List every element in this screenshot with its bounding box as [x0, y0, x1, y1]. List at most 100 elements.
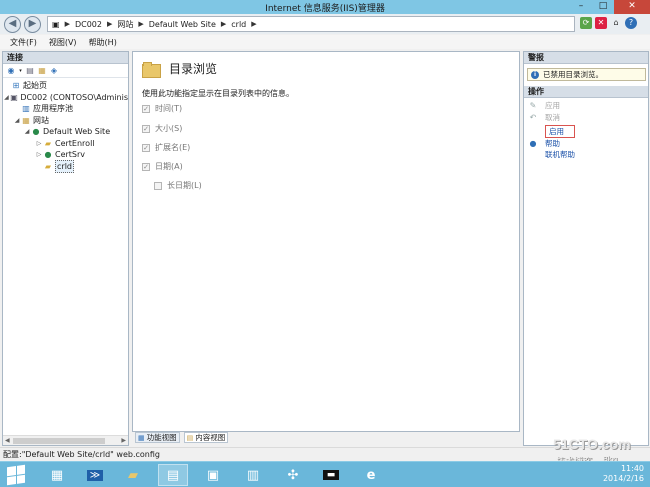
- network-icon[interactable]: ✣: [278, 464, 308, 486]
- refresh-icon[interactable]: ⟳: [580, 17, 592, 29]
- chevron-right-icon: ▶: [64, 20, 70, 28]
- alert-message: i 已禁用目录浏览。: [527, 68, 646, 81]
- feature-description: 使用此功能指定显示在目录列表中的信息。: [142, 89, 294, 98]
- long-date-checkbox[interactable]: [154, 181, 162, 190]
- connections-pane: 连接 ◉ ▾ ▤ ▦ ◈ ⊞ 起始页 ◢ ▣ DC002 (CONTOSO\Ad…: [2, 51, 129, 446]
- date-checkbox[interactable]: ✓: [142, 162, 150, 171]
- tree-node-server[interactable]: ◢ ▣ DC002 (CONTOSO\Adminis: [3, 92, 128, 104]
- breadcrumb-crld[interactable]: crld: [231, 20, 246, 29]
- save-icon[interactable]: ▤: [25, 66, 35, 75]
- tree-node-crld[interactable]: ▰ crld: [3, 159, 128, 173]
- window-title: Internet 信息服务(IIS)管理器: [265, 4, 385, 14]
- forward-button[interactable]: ▶: [24, 16, 41, 33]
- stop-icon[interactable]: ✕: [595, 17, 607, 29]
- tree-label: crld: [55, 159, 74, 173]
- option-label: 日期(A): [155, 162, 183, 171]
- option-size[interactable]: ✓ 大小(S): [142, 123, 182, 134]
- address-row: ◀ ▶ ▣ ▶ DC002 ▶ 网站 ▶ Default Web Site ▶ …: [0, 14, 650, 34]
- apply-action[interactable]: ✎ 应用: [524, 100, 648, 112]
- tree-node-certenroll[interactable]: ▷ ▰ CertEnroll: [3, 138, 128, 150]
- apply-icon: ✎: [529, 101, 537, 111]
- powershell-icon[interactable]: ≫: [80, 464, 110, 486]
- cancel-action[interactable]: ↶ 取消: [524, 112, 648, 124]
- option-time[interactable]: ✓ 时间(T): [142, 103, 182, 114]
- server-manager-icon[interactable]: ▦: [42, 464, 72, 486]
- tools-icon[interactable]: ▥: [238, 464, 268, 486]
- breadcrumb-sites[interactable]: 网站: [117, 19, 133, 30]
- expand-icon[interactable]: ▷: [35, 138, 43, 149]
- actions-header: 操作: [524, 86, 648, 98]
- alert-text: 已禁用目录浏览。: [543, 70, 603, 79]
- taskbar: ▦ ≫ ▰ ▤ ▣ ▥ ✣ ▬ e 11:40 2014/2/16: [0, 461, 650, 487]
- scrollbar-thumb[interactable]: [13, 438, 105, 444]
- menu-bar: 文件(F) 视图(V) 帮助(H): [0, 35, 650, 49]
- breadcrumb-default-web-site[interactable]: Default Web Site: [149, 20, 216, 29]
- connections-tree: ⊞ 起始页 ◢ ▣ DC002 (CONTOSO\Adminis ▥ 应用程序池…: [3, 78, 128, 173]
- option-label: 扩展名(E): [155, 143, 191, 152]
- tab-features-view[interactable]: ▦ 功能视图: [135, 432, 180, 443]
- tree-node-default-web-site[interactable]: ◢ ● Default Web Site: [3, 126, 128, 138]
- extension-checkbox[interactable]: ✓: [142, 143, 150, 152]
- view-tabs: ▦ 功能视图 ▤ 内容视图: [135, 432, 229, 443]
- tree-label: Default Web Site: [43, 127, 111, 137]
- globe-icon: ●: [32, 127, 40, 137]
- address-bar[interactable]: ▣ ▶ DC002 ▶ 网站 ▶ Default Web Site ▶ crld…: [47, 16, 575, 32]
- chevron-right-icon: ▶: [251, 20, 257, 28]
- scroll-left-icon[interactable]: ◀: [5, 436, 10, 446]
- dropdown-arrow-icon[interactable]: ▾: [18, 68, 23, 74]
- tab-content-view[interactable]: ▤ 内容视图: [183, 432, 229, 443]
- online-help-action[interactable]: 联机帮助: [524, 149, 648, 161]
- connect-icon[interactable]: ◉: [6, 66, 16, 75]
- minimize-button[interactable]: –: [570, 0, 592, 14]
- tree-label: CertSrv: [55, 150, 86, 160]
- enable-action[interactable]: 启用: [524, 125, 648, 139]
- time-checkbox[interactable]: ✓: [142, 104, 150, 113]
- option-extension[interactable]: ✓ 扩展名(E): [142, 142, 190, 153]
- action-label: 联机帮助: [545, 150, 575, 160]
- option-date[interactable]: ✓ 日期(A): [142, 161, 183, 172]
- tree-label: 网站: [33, 115, 49, 125]
- breadcrumb-server[interactable]: DC002: [75, 20, 102, 29]
- tree-label: 应用程序池: [33, 104, 73, 114]
- scroll-right-icon[interactable]: ▶: [121, 436, 126, 446]
- windows-start-icon[interactable]: [7, 464, 25, 486]
- command-prompt-icon[interactable]: ▬: [316, 464, 346, 486]
- tree-node-sites[interactable]: ◢ ▦ 网站: [3, 115, 128, 127]
- expand-icon[interactable]: ▷: [35, 149, 43, 160]
- alerts-header: 警报: [524, 52, 648, 64]
- collapse-icon[interactable]: ◢: [23, 126, 31, 137]
- option-label: 大小(S): [155, 124, 183, 133]
- directory-browsing-folder-icon: [142, 61, 161, 78]
- menu-file[interactable]: 文件(F): [10, 37, 37, 48]
- clock-date: 2014/2/16: [602, 474, 644, 483]
- collapse-icon[interactable]: ◢: [13, 115, 21, 126]
- disconnect-icon[interactable]: ◈: [49, 66, 59, 75]
- menu-help[interactable]: 帮助(H): [89, 37, 117, 48]
- certification-authority-icon[interactable]: ▣: [198, 464, 228, 486]
- horizontal-scrollbar[interactable]: ◀ ▶: [3, 435, 128, 445]
- close-button[interactable]: ✕: [614, 0, 650, 14]
- maximize-button[interactable]: □: [592, 0, 614, 14]
- file-explorer-icon[interactable]: ▰: [118, 464, 148, 486]
- up-folder-icon[interactable]: ▦: [37, 66, 47, 75]
- menu-view[interactable]: 视图(V): [49, 37, 77, 48]
- help-action[interactable]: ● 帮助: [524, 138, 648, 150]
- tree-label: CertEnroll: [55, 138, 95, 148]
- help-icon[interactable]: ?: [625, 17, 637, 29]
- tree-node-start-page[interactable]: ⊞ 起始页: [3, 80, 128, 92]
- tree-node-app-pools[interactable]: ▥ 应用程序池: [3, 103, 128, 115]
- back-button[interactable]: ◀: [4, 16, 21, 33]
- iis-manager-taskbar-icon[interactable]: ▤: [158, 464, 188, 486]
- folder-icon: ▰: [44, 138, 52, 148]
- globe-icon: ●: [44, 150, 52, 160]
- option-long-date[interactable]: 长日期(L): [154, 180, 202, 191]
- home-icon[interactable]: ⌂: [610, 17, 622, 29]
- tree-label: DC002 (CONTOSO\Adminis: [20, 92, 128, 102]
- folder-icon: ▰: [44, 161, 52, 171]
- tab-label: 功能视图: [146, 433, 177, 442]
- size-checkbox[interactable]: ✓: [142, 124, 150, 133]
- chevron-right-icon: ▶: [220, 20, 227, 28]
- internet-explorer-icon[interactable]: e: [356, 464, 386, 486]
- collapse-icon[interactable]: ◢: [3, 92, 10, 103]
- taskbar-clock[interactable]: 11:40 2014/2/16: [603, 464, 644, 484]
